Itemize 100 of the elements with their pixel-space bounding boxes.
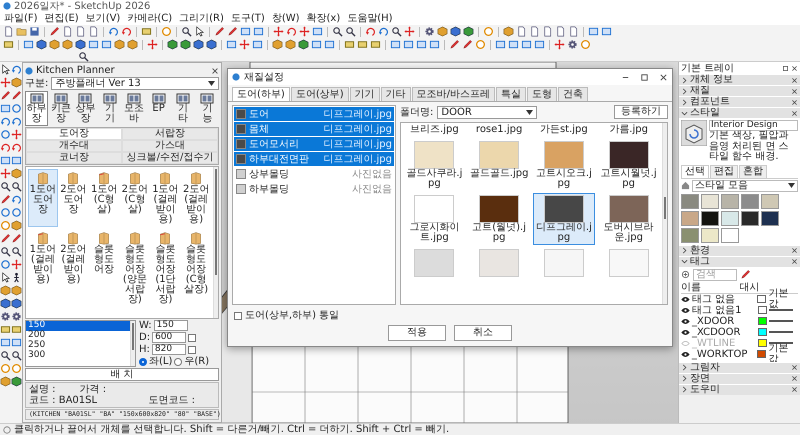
cube-icon[interactable] bbox=[11, 220, 22, 231]
checkbox[interactable] bbox=[234, 312, 242, 320]
texture-tile[interactable]: 가름.jpg bbox=[597, 123, 660, 137]
category-tab[interactable]: EP bbox=[146, 91, 170, 126]
tab[interactable]: 모조바/바스프레 bbox=[412, 87, 495, 101]
subcategory-tab[interactable]: 서랍장 bbox=[122, 128, 218, 140]
curved-arrow-icon[interactable] bbox=[11, 194, 22, 205]
section-header[interactable]: 환경 bbox=[679, 244, 800, 256]
rectangle-icon[interactable] bbox=[601, 26, 612, 37]
list-row[interactable]: 도어 디프그레이.jpg bbox=[234, 107, 394, 121]
box-icon[interactable] bbox=[357, 39, 368, 50]
rectangle-icon[interactable] bbox=[588, 26, 599, 37]
texture-tile[interactable]: 고트(월넛).jpg bbox=[468, 193, 530, 245]
rectangle-icon[interactable] bbox=[11, 155, 22, 166]
catalog-item[interactable]: 슬롯형도어장 bbox=[89, 229, 119, 307]
add-icon[interactable] bbox=[681, 270, 690, 279]
style-thumbnail[interactable] bbox=[761, 194, 779, 208]
style-thumbnail[interactable] bbox=[721, 210, 739, 226]
cube-icon[interactable] bbox=[11, 77, 22, 88]
curved-arrow-icon[interactable] bbox=[378, 26, 389, 37]
menu-item[interactable]: 카메라(C) bbox=[127, 13, 172, 24]
curved-arrow-icon[interactable] bbox=[108, 26, 119, 37]
close-icon[interactable] bbox=[791, 375, 798, 382]
texture-tile[interactable]: 골드사쿠라.jpg bbox=[403, 139, 466, 191]
eye-icon[interactable] bbox=[681, 306, 690, 314]
pin-icon[interactable] bbox=[782, 64, 789, 72]
checkbox[interactable] bbox=[188, 346, 196, 354]
close-icon[interactable] bbox=[211, 66, 219, 74]
rectangle-icon[interactable] bbox=[416, 39, 427, 50]
gear-icon[interactable] bbox=[567, 39, 578, 50]
folder-dropdown[interactable]: DOOR bbox=[437, 106, 538, 118]
section-header[interactable]: 태그 bbox=[679, 256, 800, 266]
eye-icon[interactable] bbox=[681, 328, 690, 336]
cross-arrows-icon[interactable] bbox=[404, 26, 415, 37]
rectangle-icon[interactable] bbox=[0, 155, 11, 166]
circle-icon[interactable] bbox=[11, 103, 22, 114]
place-button[interactable]: 배 치 bbox=[25, 368, 219, 381]
menu-item[interactable]: 그리기(R) bbox=[179, 13, 224, 24]
dialog-button[interactable]: 적용 bbox=[388, 325, 446, 341]
cube-icon[interactable] bbox=[11, 168, 22, 179]
color-swatch[interactable] bbox=[757, 350, 766, 358]
scrollbar[interactable] bbox=[213, 167, 218, 318]
maximize-icon[interactable] bbox=[640, 72, 649, 82]
subcategory-tab[interactable]: 싱크볼/수전/접수기 bbox=[122, 152, 218, 164]
pencil-icon[interactable] bbox=[11, 90, 22, 101]
curved-arrow-icon[interactable] bbox=[11, 142, 22, 153]
cross-arrows-icon[interactable] bbox=[299, 26, 310, 37]
box-icon[interactable] bbox=[141, 26, 152, 37]
ring-icon[interactable] bbox=[483, 26, 494, 37]
rectangle-icon[interactable] bbox=[429, 39, 440, 50]
curved-arrow-icon[interactable] bbox=[286, 26, 297, 37]
menu-item[interactable]: 도구(T) bbox=[230, 13, 265, 24]
rectangle-icon[interactable] bbox=[390, 39, 401, 50]
gear-icon[interactable] bbox=[424, 26, 435, 37]
menu-item[interactable]: 편집(E) bbox=[44, 13, 79, 24]
search-icon[interactable] bbox=[0, 181, 11, 192]
texture-tile[interactable]: 도버시브라운.jpg bbox=[597, 193, 660, 245]
category-tab[interactable]: 하부장 bbox=[25, 91, 48, 126]
tab[interactable]: 기타 bbox=[380, 87, 411, 101]
search-icon[interactable] bbox=[78, 50, 89, 62]
style-thumbnail[interactable] bbox=[721, 228, 739, 242]
search-icon[interactable] bbox=[11, 246, 22, 257]
catalog-item[interactable]: 1도어도어장 bbox=[28, 169, 58, 227]
rectangle-icon[interactable] bbox=[521, 39, 532, 50]
subcategory-tab[interactable]: 개수대 bbox=[26, 140, 122, 152]
catalog-item[interactable]: 슬롯형도어장(C형살장) bbox=[181, 229, 211, 307]
rectangle-icon[interactable] bbox=[252, 39, 263, 50]
style-thumbnail[interactable] bbox=[701, 194, 719, 208]
catalog-item[interactable]: 슬롯형도어장(1단서랍장) bbox=[150, 229, 180, 307]
tab[interactable]: 기기 bbox=[350, 87, 380, 101]
close-icon[interactable] bbox=[791, 76, 798, 84]
radio-button[interactable] bbox=[139, 358, 147, 366]
input-field[interactable]: 600 bbox=[152, 332, 186, 343]
section-header[interactable]: 개체 정보 bbox=[679, 74, 800, 85]
house-icon[interactable] bbox=[681, 181, 690, 190]
rectangle-icon[interactable] bbox=[240, 26, 251, 37]
section-header[interactable]: 도우미 bbox=[679, 384, 800, 394]
eye-icon[interactable] bbox=[681, 318, 690, 324]
rectangle-icon[interactable] bbox=[534, 39, 545, 50]
rectangle-icon[interactable] bbox=[11, 337, 22, 348]
circle-icon[interactable] bbox=[11, 207, 22, 218]
close-icon[interactable] bbox=[791, 98, 798, 106]
list-row[interactable]: 상부몰딩 사진없음 bbox=[234, 167, 394, 181]
texture-tile[interactable]: 디프그레이.jpg bbox=[532, 193, 596, 245]
box-icon[interactable] bbox=[11, 324, 22, 335]
catalog-item[interactable]: 2도어(걸레받이용) bbox=[58, 229, 88, 307]
scrollbar[interactable] bbox=[130, 321, 135, 366]
texture-tile[interactable]: 그로시화이트.jpg bbox=[403, 193, 466, 245]
style-thumbnail[interactable] bbox=[741, 194, 759, 208]
curved-arrow-icon[interactable] bbox=[0, 142, 11, 153]
rectangle-icon[interactable] bbox=[508, 39, 519, 50]
color-swatch[interactable] bbox=[758, 339, 767, 347]
style-thumbnail[interactable] bbox=[701, 228, 719, 242]
search-icon[interactable] bbox=[332, 26, 343, 37]
cursor-icon[interactable] bbox=[0, 64, 11, 75]
catalog-item[interactable]: 2도어(C형살) bbox=[120, 169, 150, 227]
pencil-icon[interactable] bbox=[0, 194, 11, 205]
catalog-item[interactable]: 1도어(걸레받이용) bbox=[150, 169, 180, 227]
pencil-icon[interactable] bbox=[0, 233, 11, 244]
box-icon[interactable] bbox=[344, 39, 355, 50]
